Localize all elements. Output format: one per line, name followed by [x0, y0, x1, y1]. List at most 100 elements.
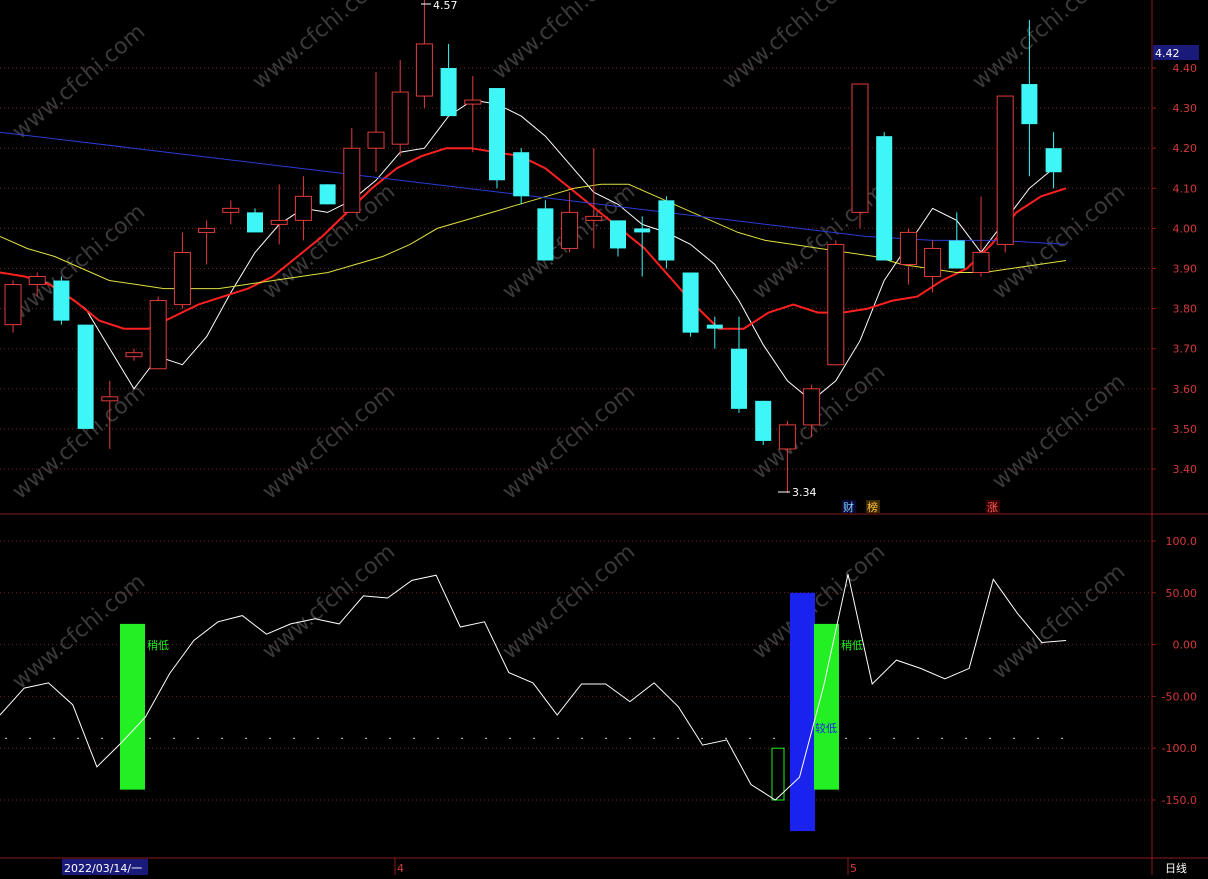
- candle-body-up: [149, 300, 167, 370]
- osc-reference-dot: [629, 737, 631, 739]
- osc-reference-dot: [677, 737, 679, 739]
- osc-reference-dot: [5, 737, 7, 739]
- osc-reference-dot: [533, 737, 535, 739]
- candle-body-up: [343, 147, 361, 213]
- candle-body-down: [1045, 148, 1062, 173]
- candle-body-up: [173, 251, 191, 306]
- osc-tick-label: -150.0: [1162, 794, 1197, 807]
- osc-reference-dot: [293, 737, 295, 739]
- osc-reference-dot: [1037, 737, 1039, 739]
- candle-body-down: [634, 228, 651, 233]
- candle-body-down: [53, 280, 70, 321]
- osc-reference-dot: [341, 737, 343, 739]
- osc-reference-dot: [941, 737, 943, 739]
- candle-body-down: [706, 324, 723, 329]
- osc-reference-dot: [77, 737, 79, 739]
- candle-body-up: [996, 95, 1014, 245]
- marker-list[interactable]: 榜: [867, 500, 878, 514]
- osc-reference-dot: [749, 737, 751, 739]
- high-price-marker: 4.57: [433, 0, 458, 12]
- osc-tick-label: 100.0: [1166, 535, 1198, 548]
- marker-rise[interactable]: 涨: [987, 501, 998, 514]
- candle-body-down: [77, 324, 94, 429]
- signal-label-1: 稍低: [147, 638, 169, 652]
- candle-body-up: [924, 247, 942, 278]
- osc-tick-label: 50.00: [1166, 587, 1198, 600]
- osc-tick-label: -50.00: [1162, 690, 1197, 703]
- osc-reference-dot: [245, 737, 247, 739]
- candle-body-down: [247, 212, 263, 233]
- candle-body-down: [876, 136, 893, 261]
- osc-reference-dot: [221, 737, 223, 739]
- candle-body-up: [585, 215, 603, 221]
- month-label-1: 4: [397, 862, 404, 875]
- candle-body-down: [682, 272, 699, 333]
- candle-body-up: [778, 424, 796, 450]
- candle-body-down: [1021, 84, 1038, 125]
- osc-reference-dot: [29, 737, 31, 739]
- signal-bar-green: [120, 623, 145, 790]
- candle-body-down: [537, 208, 554, 261]
- candle-body-down: [755, 400, 772, 441]
- signal-bar-blue: [790, 592, 815, 832]
- osc-reference-dot: [773, 737, 775, 739]
- candle-body-up: [4, 284, 22, 326]
- osc-reference-dot: [173, 737, 175, 739]
- osc-tick-label: 0.00: [1173, 639, 1198, 652]
- osc-reference-dot: [1061, 737, 1063, 739]
- candle-body-down: [610, 220, 626, 249]
- candle-body-up: [391, 91, 409, 145]
- candle-body-up: [28, 276, 46, 286]
- marker-finance[interactable]: 财: [843, 500, 854, 514]
- candle-body-down: [513, 152, 530, 197]
- osc-reference-dot: [389, 737, 391, 739]
- price-tick-label: 4.40: [1173, 62, 1198, 75]
- osc-reference-dot: [101, 737, 103, 739]
- osc-reference-dot: [653, 737, 655, 739]
- signal-label-2: 稍低: [841, 638, 863, 652]
- osc-reference-dot: [461, 737, 463, 739]
- candle-body-down: [731, 348, 747, 409]
- osc-reference-dot: [149, 737, 151, 739]
- price-tick-label: 4.30: [1173, 102, 1198, 115]
- osc-reference-dot: [53, 737, 55, 739]
- signal-label-3: 较低: [815, 721, 837, 735]
- osc-reference-dot: [269, 737, 271, 739]
- period-label[interactable]: 日线: [1165, 861, 1187, 875]
- price-tick-label: 3.40: [1173, 463, 1198, 476]
- osc-reference-dot: [197, 737, 199, 739]
- osc-reference-dot: [485, 737, 487, 739]
- price-tick-label: 3.70: [1173, 343, 1198, 356]
- candle-body-up: [198, 227, 216, 233]
- osc-reference-dot: [365, 737, 367, 739]
- price-tick-label: 3.60: [1173, 383, 1198, 396]
- candle-body-up: [851, 83, 869, 213]
- osc-reference-dot: [989, 737, 991, 739]
- candle-body-down: [319, 184, 336, 205]
- price-tick-label: 3.80: [1173, 303, 1198, 316]
- price-tick-label: 3.50: [1173, 423, 1198, 436]
- candle-body-up: [367, 131, 385, 149]
- osc-reference-dot: [701, 737, 703, 739]
- price-tick-label: 4.00: [1173, 222, 1198, 235]
- month-label-2: 5: [850, 862, 857, 875]
- candle-body-up: [899, 231, 917, 265]
- candle-body-up: [464, 99, 482, 105]
- osc-reference-dot: [869, 737, 871, 739]
- current-price-label: 4.42: [1155, 47, 1180, 60]
- osc-reference-dot: [965, 737, 967, 739]
- low-price-marker: 3.34: [792, 486, 817, 499]
- stock-chart: www.cfchi.com www.cfchi.com www.cfchi.com w…: [0, 0, 1208, 875]
- osc-reference-dot: [509, 737, 511, 739]
- osc-reference-dot: [1013, 737, 1015, 739]
- osc-reference-dot: [413, 737, 415, 739]
- candle-body-up: [972, 251, 990, 274]
- chart-svg: www.cfchi.com www.cfchi.com www.cfchi.com w…: [0, 0, 1208, 875]
- candle-body-up: [222, 207, 240, 213]
- price-tick-label: 4.20: [1173, 142, 1198, 155]
- osc-reference-dot: [437, 737, 439, 739]
- candle-body-up: [415, 43, 433, 97]
- osc-reference-dot: [725, 737, 727, 739]
- osc-reference-dot: [557, 737, 559, 739]
- candle-body-up: [101, 396, 119, 402]
